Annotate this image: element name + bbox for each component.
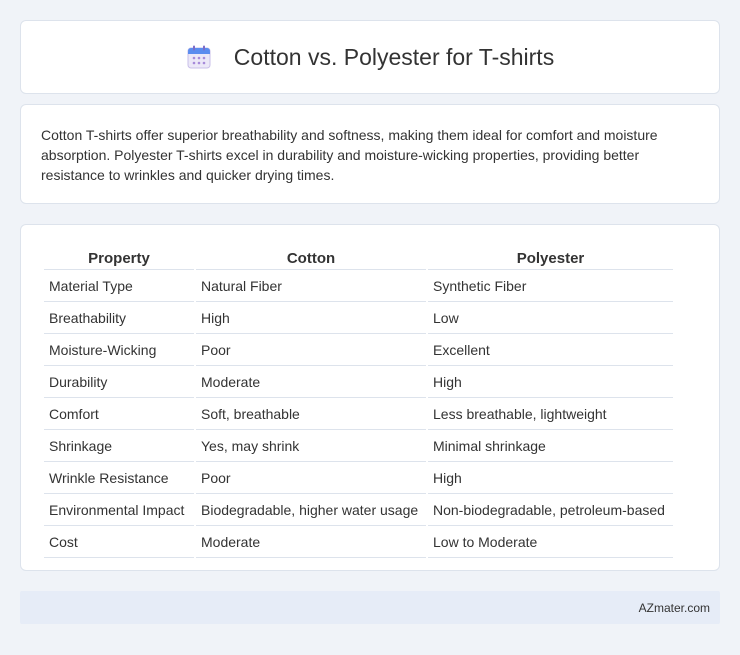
comparison-table-card: Property Cotton Polyester Material Type … — [20, 224, 720, 571]
page-title: Cotton vs. Polyester for T-shirts — [233, 43, 555, 70]
table-row: Durability Moderate High — [44, 368, 673, 398]
polyester-cell: High — [428, 368, 673, 398]
table-row: Material Type Natural Fiber Synthetic Fi… — [44, 272, 673, 302]
property-cell: Comfort — [44, 400, 194, 430]
cotton-cell: Moderate — [196, 368, 426, 398]
table-row: Wrinkle Resistance Poor High — [44, 464, 673, 494]
property-cell: Environmental Impact — [44, 496, 194, 526]
column-header-cotton: Cotton — [196, 247, 426, 270]
polyester-cell: Excellent — [428, 336, 673, 366]
calendar-icon — [186, 44, 212, 70]
polyester-cell: Low — [428, 304, 673, 334]
column-header-polyester: Polyester — [428, 247, 673, 270]
property-cell: Cost — [44, 528, 194, 558]
header-card: Cotton vs. Polyester for T-shirts — [20, 20, 720, 94]
table-row: Environmental Impact Biodegradable, high… — [44, 496, 673, 526]
polyester-cell: Minimal shrinkage — [428, 432, 673, 462]
property-cell: Wrinkle Resistance — [44, 464, 194, 494]
cotton-cell: Poor — [196, 464, 426, 494]
cotton-cell: Soft, breathable — [196, 400, 426, 430]
summary-card: Cotton T-shirts offer superior breathabi… — [20, 104, 720, 204]
footer-brand[interactable]: AZmater.com — [639, 601, 710, 615]
polyester-cell: Less breathable, lightweight — [428, 400, 673, 430]
table-row: Cost Moderate Low to Moderate — [44, 528, 673, 558]
column-header-property: Property — [44, 247, 194, 270]
polyester-cell: Low to Moderate — [428, 528, 673, 558]
summary-text: Cotton T-shirts offer superior breathabi… — [41, 127, 658, 183]
cotton-cell: Moderate — [196, 528, 426, 558]
property-cell: Durability — [44, 368, 194, 398]
property-cell: Moisture-Wicking — [44, 336, 194, 366]
footer: AZmater.com — [20, 591, 720, 624]
table-row: Breathability High Low — [44, 304, 673, 334]
table-row: Moisture-Wicking Poor Excellent — [44, 336, 673, 366]
polyester-cell: Synthetic Fiber — [428, 272, 673, 302]
property-cell: Breathability — [44, 304, 194, 334]
cotton-cell: High — [196, 304, 426, 334]
table-header-row: Property Cotton Polyester — [44, 247, 673, 270]
cotton-cell: Poor — [196, 336, 426, 366]
cotton-cell: Biodegradable, higher water usage — [196, 496, 426, 526]
property-cell: Material Type — [44, 272, 194, 302]
comparison-table: Property Cotton Polyester Material Type … — [42, 245, 675, 560]
table-row: Comfort Soft, breathable Less breathable… — [44, 400, 673, 430]
polyester-cell: High — [428, 464, 673, 494]
property-cell: Shrinkage — [44, 432, 194, 462]
polyester-cell: Non-biodegradable, petroleum-based — [428, 496, 673, 526]
cotton-cell: Natural Fiber — [196, 272, 426, 302]
table-row: Shrinkage Yes, may shrink Minimal shrink… — [44, 432, 673, 462]
header: Cotton vs. Polyester for T-shirts — [186, 44, 554, 71]
cotton-cell: Yes, may shrink — [196, 432, 426, 462]
